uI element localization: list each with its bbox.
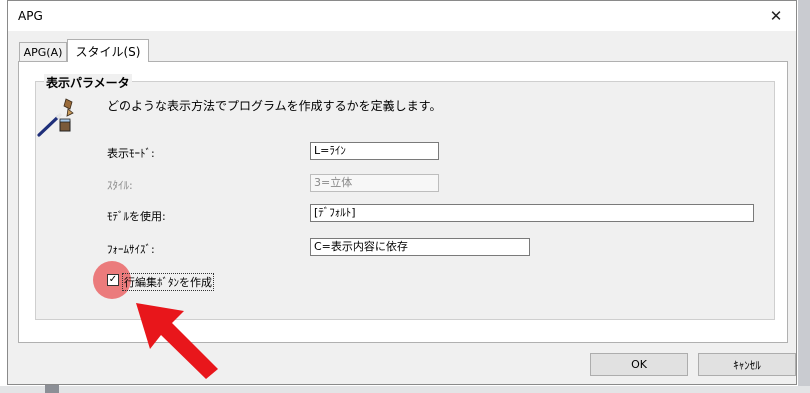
group-title: 表示パラメータ xyxy=(44,74,132,91)
background-window-bottom xyxy=(0,386,810,393)
model-label: ﾓﾃﾞﾙを使用: xyxy=(107,210,166,223)
style-label: ｽﾀｲﾙ: xyxy=(107,179,133,192)
wand-tools-icon xyxy=(37,98,74,137)
display-mode-field[interactable]: L=ﾗｲﾝ xyxy=(310,142,439,160)
apg-dialog: APG ✕ APG(A) スタイル(S) 表示パラメータ どのような表示方法でプ… xyxy=(7,0,797,385)
window-title: APG xyxy=(18,9,43,23)
create-row-edit-button-checkbox[interactable]: ✓ xyxy=(107,274,119,286)
title-bar: APG ✕ xyxy=(8,1,796,31)
background-window xyxy=(798,0,810,393)
pointer-arrow-icon xyxy=(136,303,218,379)
cancel-button[interactable]: ｷｬﾝｾﾙ xyxy=(698,353,796,376)
tab-style[interactable]: スタイル(S) xyxy=(67,39,149,62)
style-field: 3=立体 xyxy=(310,174,439,192)
create-row-edit-button-label[interactable]: 行編集ﾎﾞﾀﾝを作成 xyxy=(122,273,214,291)
model-field[interactable]: [ﾃﾞﾌｫﾙﾄ] xyxy=(310,204,754,222)
form-size-label: ﾌｫｰﾑｻｲｽﾞ: xyxy=(107,243,155,256)
ok-button[interactable]: OK xyxy=(590,353,688,376)
form-size-field[interactable]: C=表示内容に依存 xyxy=(310,238,530,256)
group-description: どのような表示方法でプログラムを作成するかを定義します。 xyxy=(107,99,442,113)
close-icon[interactable]: ✕ xyxy=(756,1,796,31)
display-mode-label: 表示ﾓｰﾄﾞ: xyxy=(107,147,155,160)
tab-apg[interactable]: APG(A) xyxy=(19,42,67,61)
